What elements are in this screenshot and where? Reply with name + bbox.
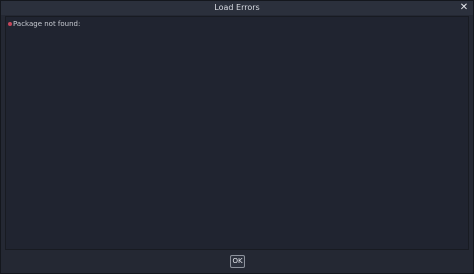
error-list-item: Package not found: xyxy=(8,19,80,29)
close-icon[interactable]: ✕ xyxy=(458,1,470,15)
load-errors-dialog: Load Errors ✕ Package not found: OK xyxy=(0,0,474,274)
dialog-footer: OK xyxy=(1,251,473,273)
dialog-title: Load Errors xyxy=(214,3,260,12)
title-bar: Load Errors ✕ xyxy=(1,1,473,15)
error-bullet-icon xyxy=(8,22,12,26)
ok-button[interactable]: OK xyxy=(230,255,245,268)
error-list: Package not found: xyxy=(5,16,469,250)
error-message: Package not found: xyxy=(13,20,81,28)
